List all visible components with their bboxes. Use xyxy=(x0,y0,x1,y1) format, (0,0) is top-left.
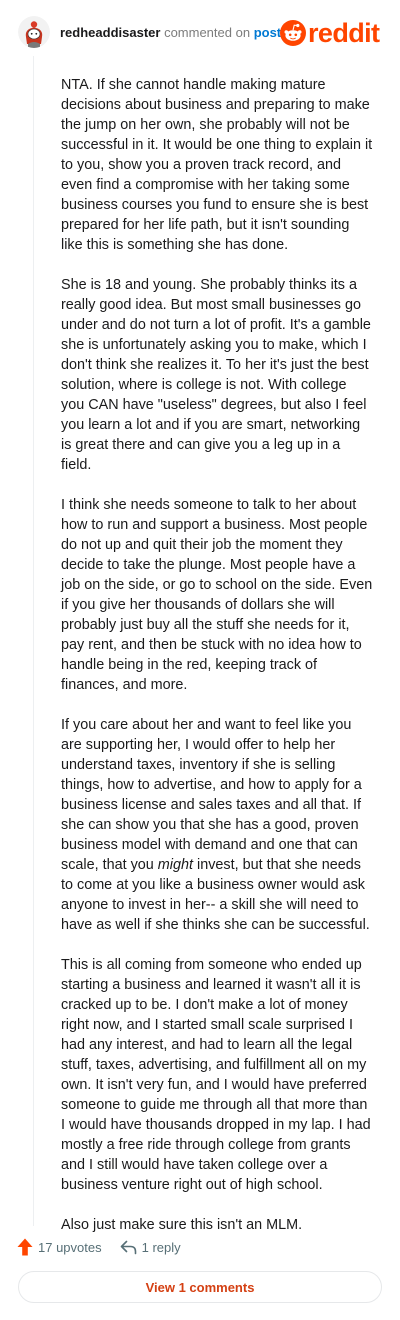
comment-body: NTA. If she cannot handle making mature … xyxy=(61,75,373,1235)
comment-meta: redheaddisaster commented on post xyxy=(60,25,281,40)
comment-card: redheaddisaster commented on post reddit… xyxy=(0,0,400,1320)
upvote-count: 17 upvotes xyxy=(38,1239,102,1255)
action-text: commented on xyxy=(164,25,251,40)
reddit-logo[interactable]: reddit xyxy=(280,18,384,48)
author-username[interactable]: redheaddisaster xyxy=(60,25,160,40)
comment-paragraph-4: If you care about her and want to feel l… xyxy=(61,715,373,935)
comment-paragraph-3: I think she needs someone to talk to her… xyxy=(61,497,373,693)
comment-paragraph-2: She is 18 and young. She probably thinks… xyxy=(61,277,371,473)
comment-paragraph-1: NTA. If she cannot handle making mature … xyxy=(61,77,373,253)
reply-button[interactable]: 1 reply xyxy=(120,1240,181,1255)
paragraph-4-emphasis: might xyxy=(157,857,193,873)
reply-arrow-icon xyxy=(120,1240,136,1254)
thread-line xyxy=(33,56,34,1226)
reddit-snoo-icon xyxy=(280,20,306,46)
avatar[interactable] xyxy=(18,16,50,48)
view-comments-button[interactable]: View 1 comments xyxy=(18,1271,382,1303)
comment-paragraph-5: This is all coming from someone who ende… xyxy=(61,957,371,1193)
reply-count: 1 reply xyxy=(141,1239,181,1255)
post-link[interactable]: post xyxy=(254,25,281,40)
avatar-icon xyxy=(18,16,50,48)
reddit-wordmark: reddit xyxy=(308,18,380,48)
paragraph-4-text-a: If you care about her and want to feel l… xyxy=(61,717,362,873)
upvote-button[interactable]: 17 upvotes xyxy=(17,1238,102,1256)
comment-header: redheaddisaster commented on post reddit xyxy=(18,16,384,52)
comment-actions: 17 upvotes 1 reply xyxy=(17,1236,199,1258)
upvote-arrow-icon xyxy=(17,1238,33,1256)
comment-paragraph-6: Also just make sure this isn't an MLM. xyxy=(61,1217,303,1233)
